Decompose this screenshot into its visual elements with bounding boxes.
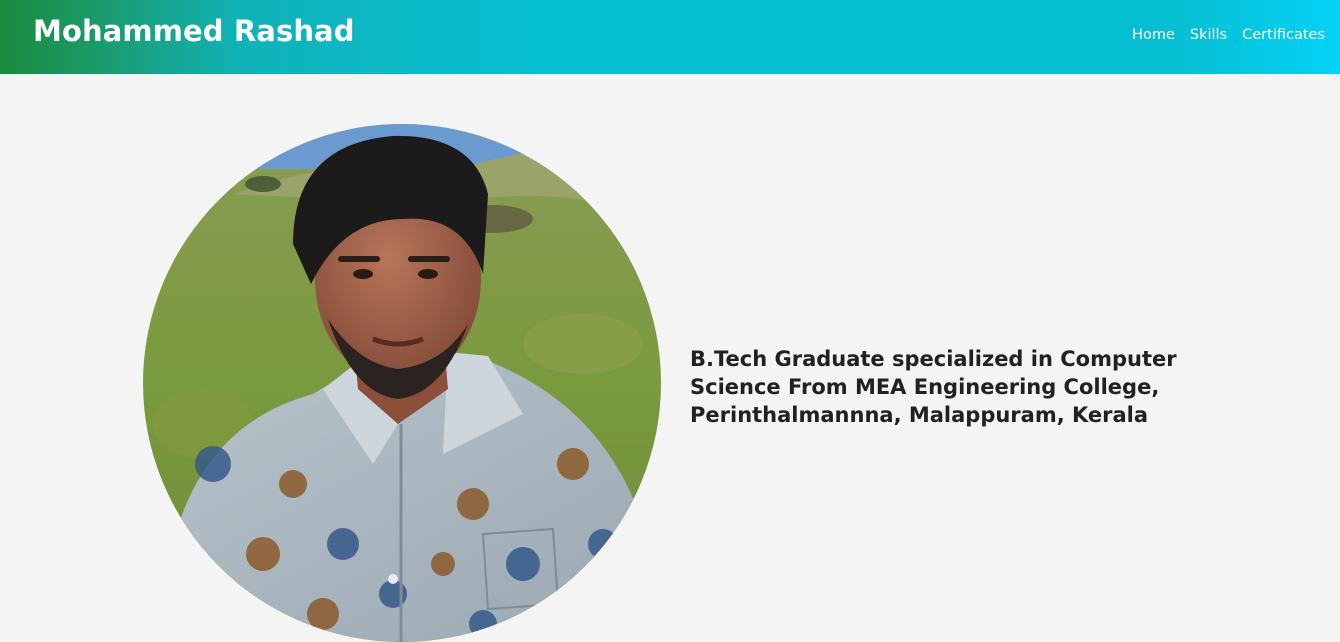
profile-photo	[143, 124, 661, 642]
nav-link-skills[interactable]: Skills	[1190, 27, 1227, 43]
nav-link-home[interactable]: Home	[1132, 27, 1175, 43]
navbar: Mohammed Rashad Home Skills Certificates	[0, 0, 1340, 74]
brand-title[interactable]: Mohammed Rashad	[33, 14, 355, 48]
profile-photo-illustration	[143, 124, 661, 642]
bio-text: B.Tech Graduate specialized in Computer …	[690, 347, 1177, 427]
nav-links: Home Skills Certificates	[1132, 27, 1325, 43]
nav-link-certificates[interactable]: Certificates	[1242, 27, 1325, 43]
